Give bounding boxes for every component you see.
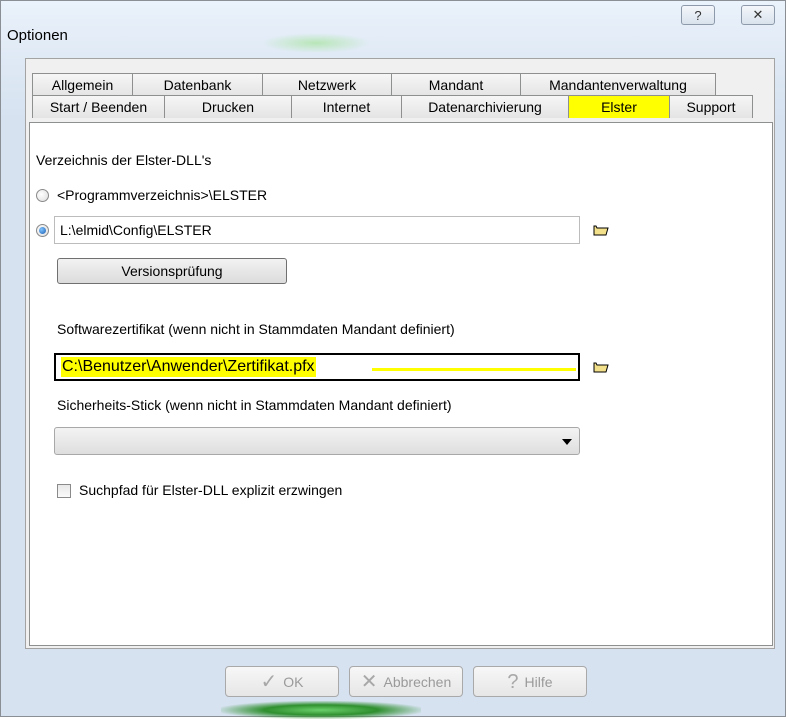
- tab-row-2: Start / Beenden Drucken Internet Datenar…: [32, 95, 753, 118]
- cert-path-field[interactable]: C:\Benutzer\Anwender\Zertifikat.pfx: [54, 353, 580, 381]
- radio-program-directory[interactable]: [36, 189, 49, 202]
- cancel-button[interactable]: ✕ Abbrechen: [349, 666, 463, 697]
- help-button[interactable]: ? Hilfe: [473, 666, 587, 697]
- background-glow-decoration: [221, 701, 421, 719]
- chevron-down-icon: [562, 439, 572, 445]
- tab-mandantenverwaltung[interactable]: Mandantenverwaltung: [520, 73, 716, 96]
- checkmark-icon: ✓: [260, 670, 278, 693]
- window-title: Optionen: [7, 27, 68, 44]
- version-check-button[interactable]: Versionsprüfung: [57, 258, 287, 284]
- tab-start-beenden[interactable]: Start / Beenden: [32, 95, 165, 118]
- radio-program-directory-label: <Programmverzeichnis>\ELSTER: [57, 187, 268, 203]
- tab-datenbank[interactable]: Datenbank: [132, 73, 263, 96]
- tab-drucken[interactable]: Drucken: [164, 95, 292, 118]
- tab-allgemein[interactable]: Allgemein: [32, 73, 133, 96]
- folder-open-icon[interactable]: [593, 361, 609, 373]
- tab-netzwerk[interactable]: Netzwerk: [262, 73, 392, 96]
- highlight-underline: [372, 368, 576, 371]
- force-path-checkbox[interactable]: [57, 484, 71, 498]
- help-icon: ?: [694, 7, 702, 23]
- title-bar: Optionen ? ✕: [1, 1, 787, 53]
- close-icon: ✕: [752, 7, 764, 22]
- stick-label: Sicherheits-Stick (wenn nicht in Stammda…: [57, 397, 452, 413]
- options-dialog: Optionen ? ✕ Allgemein Datenbank Netzwer…: [0, 0, 787, 719]
- dll-path-field[interactable]: L:\elmid\Config\ELSTER: [54, 216, 580, 244]
- cross-icon: ✕: [360, 670, 378, 693]
- close-button[interactable]: ✕: [741, 5, 775, 25]
- tab-internet[interactable]: Internet: [291, 95, 402, 118]
- question-icon: ?: [507, 670, 519, 693]
- tab-row-1: Allgemein Datenbank Netzwerk Mandant Man…: [32, 73, 716, 96]
- tab-datenarchivierung[interactable]: Datenarchivierung: [401, 95, 569, 118]
- elster-tab-content: Verzeichnis der Elster-DLL's <Programmve…: [29, 122, 773, 646]
- tab-support[interactable]: Support: [669, 95, 753, 118]
- folder-open-icon[interactable]: [593, 224, 609, 236]
- tab-elster[interactable]: Elster: [568, 95, 670, 118]
- help-title-button[interactable]: ?: [681, 5, 715, 25]
- radio-custom-directory[interactable]: [36, 224, 49, 237]
- cert-label: Softwarezertifikat (wenn nicht in Stammd…: [57, 321, 455, 337]
- tab-mandant[interactable]: Mandant: [391, 73, 521, 96]
- force-path-label: Suchpfad für Elster-DLL explizit erzwing…: [79, 482, 343, 498]
- ok-button[interactable]: ✓ OK: [225, 666, 339, 697]
- security-stick-dropdown[interactable]: [54, 427, 580, 455]
- dll-heading: Verzeichnis der Elster-DLL's: [36, 152, 212, 168]
